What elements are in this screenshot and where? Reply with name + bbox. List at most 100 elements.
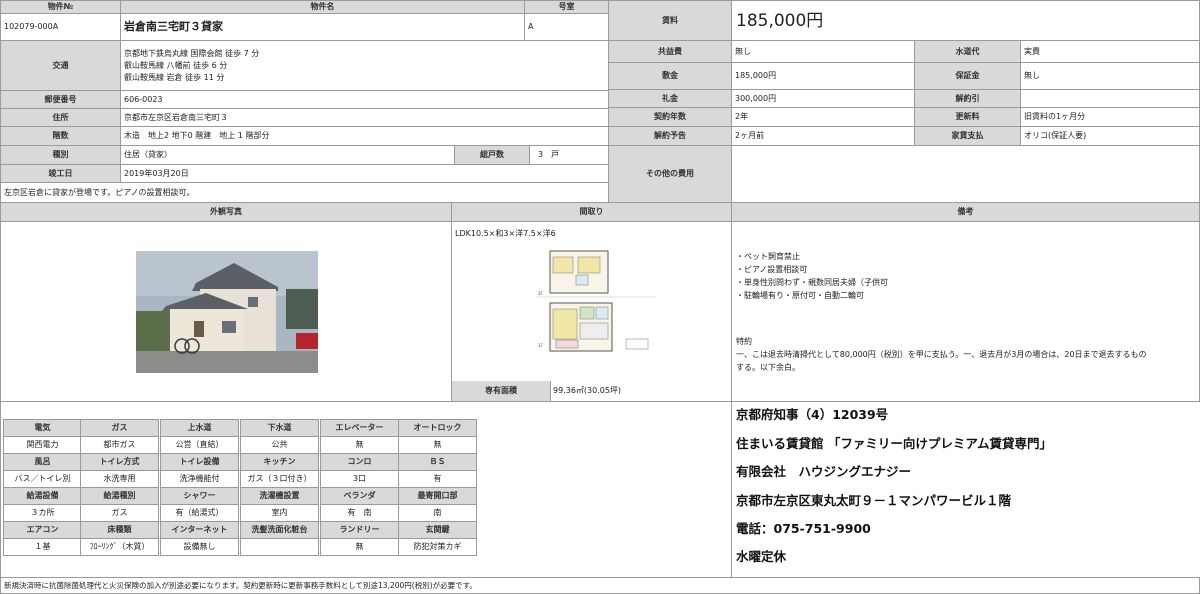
equipment-value: バス／トイレ別 <box>3 470 82 488</box>
equipment-header: エレベーター <box>320 419 399 437</box>
deposit-value: 無し <box>1020 62 1200 90</box>
room-number: A <box>524 13 609 41</box>
equipment-value: １基 <box>3 538 82 556</box>
equipment-value: 公共 <box>240 436 319 454</box>
special-terms: 特約 一、こは退去時清掃代として80,000円（税別）を甲に支払う。一、退去月が… <box>736 335 1147 374</box>
notice-value: 2ヶ月前 <box>731 126 915 146</box>
equipment-header: トイレ設備 <box>160 453 239 471</box>
special-terms-line: する。以下余白。 <box>736 363 800 372</box>
water-value: 実費 <box>1020 40 1200 63</box>
property-name: 岩倉南三宅町３貸家 <box>120 13 525 41</box>
floors-header: 階数 <box>0 126 121 146</box>
agency-address: 京都市左京区東丸太町９－１マンパワービル１階 <box>736 493 1012 508</box>
deposit-header: 保証金 <box>914 62 1021 90</box>
other-fees-header: その他の費用 <box>608 145 732 203</box>
common-fee-value: 無し <box>731 40 915 63</box>
units-header: 総戸数 <box>454 145 530 165</box>
type-header: 種別 <box>0 145 121 165</box>
area-header: 専有面積 <box>452 381 551 401</box>
access-line: 京都地下鉄烏丸線 国際会館 徒歩 7 分 <box>124 48 260 58</box>
zip-value: 606-0023 <box>120 90 609 109</box>
kaiyakubiki-value <box>1020 89 1200 108</box>
address-value: 京都市左京区岩倉南三宅町３ <box>120 108 609 127</box>
common-fee-header: 共益費 <box>608 40 732 63</box>
rent-value: 185,000円 <box>731 0 1200 41</box>
units-value: 3 戸 <box>529 145 609 165</box>
floor-plan-area: LDK10.5×和3×洋7.5×洋6 2F 1F 専有面積 99.36㎡(30.… <box>451 221 732 402</box>
equipment-value: ３カ所 <box>3 504 82 522</box>
plan-section-header: 間取り <box>451 202 732 222</box>
remark-item: ・ピアノ設置相談可 <box>736 265 808 274</box>
equipment-value: 設備無し <box>160 538 239 556</box>
payment-value: オリコ(保証人要) <box>1020 126 1200 146</box>
remark-item: ・単身性別問わず・親数同居夫婦（子供可 <box>736 278 888 287</box>
floor-1-label: 1F <box>538 343 544 348</box>
equipment-header: コンロ <box>320 453 399 471</box>
equipment-header: 給湯設備 <box>3 487 82 505</box>
equipment-value: ガス（３口付き） <box>240 470 319 488</box>
property-number-header: 物件№ <box>0 0 121 14</box>
contract-term-value: 2年 <box>731 107 915 127</box>
remark-item: ・駐輪場有り・原付可・自動二輪可 <box>736 291 864 300</box>
equipment-header: トイレ方式 <box>80 453 159 471</box>
remark-item: ・ペット飼育禁止 <box>736 252 800 261</box>
equipment-header: ＢＳ <box>398 453 477 471</box>
equipment-value: 洗浄機能付 <box>160 470 239 488</box>
kaiyakubiki-header: 解約引 <box>914 89 1021 108</box>
equipment-value: 公営（直結） <box>160 436 239 454</box>
agency-holiday: 水曜定休 <box>736 549 787 564</box>
contract-term-header: 契約年数 <box>608 107 732 127</box>
address-header: 住所 <box>0 108 121 127</box>
access-list: 京都地下鉄烏丸線 国際会館 徒歩 7 分 叡山鞍馬線 八幡前 徒歩 6 分 叡山… <box>120 40 609 91</box>
equipment-value: 無 <box>320 436 399 454</box>
access-header: 交通 <box>0 40 121 91</box>
equipment-header: 上水道 <box>160 419 239 437</box>
remarks-bullets: ・ペット飼育禁止 ・ピアノ設置相談可 ・単身性別問わず・親数同居夫婦（子供可 ・… <box>736 250 888 302</box>
special-terms-label: 特約 <box>736 337 752 346</box>
equipment-value: 3口 <box>320 470 399 488</box>
access-line: 叡山鞍馬線 八幡前 徒歩 6 分 <box>124 60 228 70</box>
agency-catchphrase: 住まいる賃貸館 「ファミリー向けプレミアム賃貸専門」 <box>736 436 1052 451</box>
type-value: 住居（貸家） <box>120 145 455 165</box>
equipment-header: 玄関鍵 <box>398 521 477 539</box>
equipment-header: インターネット <box>160 521 239 539</box>
property-note: 左京区岩倉に貸家が登場です。ピアノの設置相談可。 <box>0 182 609 203</box>
agency-phone[interactable]: 電話：075-751-9900 <box>736 518 871 537</box>
other-fees-value <box>731 145 1200 203</box>
equipment-header: 床種類 <box>80 521 159 539</box>
special-terms-line: 一、こは退去時清掃代として80,000円（税別）を甲に支払う。一、退去月が3月の… <box>736 350 1147 359</box>
access-line: 叡山鞍馬線 岩倉 徒歩 11 分 <box>124 72 225 82</box>
equipment-value: 室内 <box>240 504 319 522</box>
equipment-header: キッチン <box>240 453 319 471</box>
equipment-value: 南 <box>398 504 477 522</box>
agency-company: 有限会社 ハウジングエナジー <box>736 464 912 479</box>
equipment-header: シャワー <box>160 487 239 505</box>
equipment-value <box>240 538 319 556</box>
equipment-header: ガス <box>80 419 159 437</box>
equipment-header: ランドリー <box>320 521 399 539</box>
exterior-photo <box>136 251 318 373</box>
zip-header: 郵便番号 <box>0 90 121 109</box>
payment-header: 家賃支払 <box>914 126 1021 146</box>
layout-text: LDK10.5×和3×洋7.5×洋6 <box>455 229 556 238</box>
room-header: 号室 <box>524 0 609 14</box>
photo-area <box>0 221 452 402</box>
property-number: 102079-000A <box>0 13 121 41</box>
equipment-value: 無 <box>320 538 399 556</box>
reikin-header: 礼金 <box>608 89 732 108</box>
equipment-value: 有（給湯式） <box>160 504 239 522</box>
equipment-value: ﾌﾛｰﾘﾝｸﾞ（木質） <box>80 538 159 556</box>
equipment-header: 風呂 <box>3 453 82 471</box>
floors-value: 木造 地上2 地下0 階建 地上 1 階部分 <box>120 126 609 146</box>
shikikin-value: 185,000円 <box>731 62 915 90</box>
water-header: 水道代 <box>914 40 1021 63</box>
equipment-header: 電気 <box>3 419 82 437</box>
equipment-header: オートロック <box>398 419 477 437</box>
floor-plan-image: 2F 1F <box>536 250 656 352</box>
property-name-header: 物件名 <box>120 0 525 14</box>
floor-2-label: 2F <box>538 291 544 296</box>
equipment-value: 都市ガス <box>80 436 159 454</box>
shikikin-header: 敷金 <box>608 62 732 90</box>
equipment-header: エアコン <box>3 521 82 539</box>
rent-header: 賃料 <box>608 0 732 41</box>
